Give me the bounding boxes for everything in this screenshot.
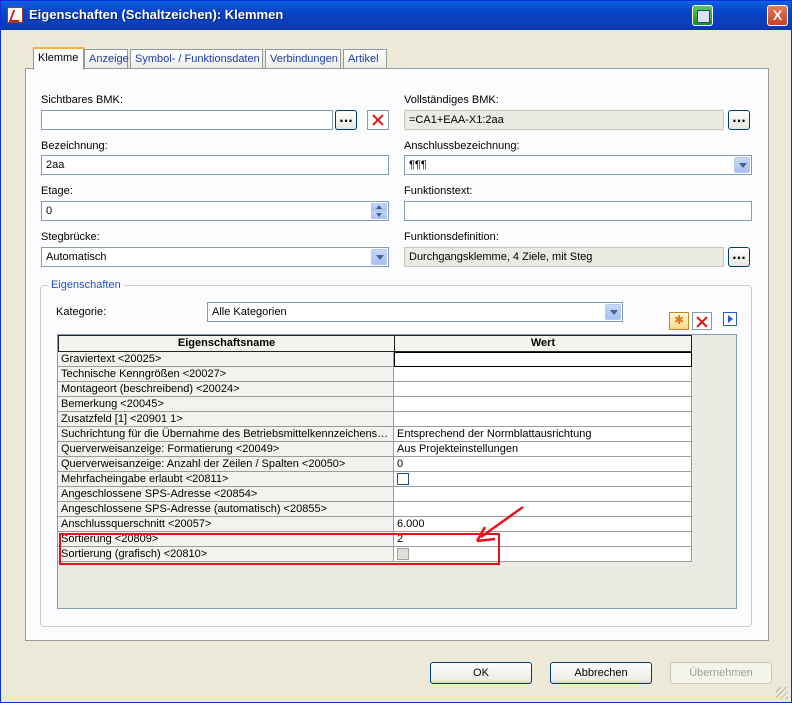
table-row[interactable]: Angeschlossene SPS-Adresse (automatisch)… <box>58 502 692 517</box>
table-row[interactable]: Anschlussquerschnitt <20057> 6.000 <box>58 517 692 532</box>
row-value[interactable]: Aus Projekteinstellungen <box>394 442 692 457</box>
title-bar[interactable]: Eigenschaften (Schaltzeichen): Klemmen X <box>1 1 791 30</box>
row-name: Suchrichtung für die Übernahme des Betri… <box>58 427 394 442</box>
row-name: Mehrfacheingabe erlaubt <20811> <box>58 472 394 487</box>
row-name: Bemerkung <20045> <box>58 397 394 412</box>
mehrfacheingabe-checkbox[interactable] <box>397 473 409 486</box>
help-icon[interactable] <box>692 5 713 26</box>
annotation-arrow-icon <box>475 505 524 543</box>
stegbruecke-label: Stegbrücke: <box>41 231 100 243</box>
vollstaendiges-bmk-label: Vollständiges BMK: <box>404 94 499 106</box>
row-name: Angeschlossene SPS-Adresse (automatisch)… <box>58 502 394 517</box>
spin-down-icon[interactable] <box>371 211 387 219</box>
row-value[interactable]: 0 <box>394 457 692 472</box>
table-row[interactable]: Mehrfacheingabe erlaubt <20811> <box>58 472 692 487</box>
etage-stepper[interactable]: 0 <box>41 201 389 221</box>
anschlussbezeichnung-label: Anschlussbezeichnung: <box>404 140 520 152</box>
row-name: Querverweisanzeige: Formatierung <20049> <box>58 442 394 457</box>
ok-button[interactable]: OK <box>430 662 532 684</box>
cancel-button[interactable]: Abbrechen <box>550 662 652 684</box>
chevron-down-icon[interactable] <box>371 249 387 265</box>
funktionstext-input[interactable] <box>404 201 752 221</box>
app-icon <box>7 7 23 23</box>
table-row[interactable]: Bemerkung <20045> <box>58 397 692 412</box>
row-name: Zusatzfeld [1] <20901 1> <box>58 412 394 427</box>
row-name: Technische Kenngrößen <20027> <box>58 367 394 382</box>
row-name: Graviertext <20025> <box>58 352 394 367</box>
spin-up-icon[interactable] <box>371 203 387 211</box>
table-row[interactable]: Zusatzfeld [1] <20901 1> <box>58 412 692 427</box>
tab-klemme[interactable]: Klemme <box>33 47 84 70</box>
kategorie-label: Kategorie: <box>56 306 107 318</box>
row-value[interactable]: Entsprechend der Normblattausrichtung <box>394 427 692 442</box>
etage-label: Etage: <box>41 185 73 197</box>
row-value[interactable] <box>394 382 692 397</box>
properties-group-title: Eigenschaften <box>48 279 124 291</box>
window-title: Eigenschaften (Schaltzeichen): Klemmen <box>29 7 284 22</box>
row-name: Montageort (beschreibend) <20024> <box>58 382 394 397</box>
vollstaendiges-bmk-field: =CA1+EAA-X1:2aa <box>404 110 724 130</box>
row-value-input[interactable] <box>394 352 692 367</box>
stegbruecke-select[interactable]: Automatisch <box>41 247 389 267</box>
kategorie-select[interactable]: Alle Kategorien <box>207 302 623 322</box>
tab-symbol-funktionsdaten[interactable]: Symbol- / Funktionsdaten <box>130 49 263 69</box>
bezeichnung-input[interactable]: 2aa <box>41 155 389 175</box>
row-value[interactable] <box>394 502 692 517</box>
play-icon[interactable] <box>723 312 737 326</box>
col-header-name[interactable]: Eigenschaftsname <box>58 335 395 352</box>
row-value[interactable] <box>394 472 692 487</box>
kategorie-value: Alle Kategorien <box>212 306 287 318</box>
tab-verbindungen[interactable]: Verbindungen <box>265 49 341 69</box>
vollstaendiges-bmk-browse-button[interactable]: ... <box>728 110 750 130</box>
table-row[interactable]: Querverweisanzeige: Anzahl der Zeilen / … <box>58 457 692 472</box>
table-row[interactable]: Angeschlossene SPS-Adresse <20854> <box>58 487 692 502</box>
funktionsdefinition-field: Durchgangsklemme, 4 Ziele, mit Steg <box>404 247 724 267</box>
sichtbares-bmk-browse-button[interactable]: ... <box>335 110 357 130</box>
chevron-down-icon[interactable] <box>605 304 621 320</box>
close-button[interactable]: X <box>767 5 788 26</box>
row-name: Anschlussquerschnitt <20057> <box>58 517 394 532</box>
row-value[interactable] <box>394 412 692 427</box>
delete-icon[interactable] <box>367 110 389 130</box>
row-name: Querverweisanzeige: Anzahl der Zeilen / … <box>58 457 394 472</box>
table-row[interactable]: Technische Kenngrößen <20027> <box>58 367 692 382</box>
highlight-box <box>59 533 500 565</box>
sichtbares-bmk-input[interactable] <box>41 110 333 130</box>
stegbruecke-value: Automatisch <box>46 251 107 263</box>
funktionstext-label: Funktionstext: <box>404 185 473 197</box>
table-row[interactable]: Montageort (beschreibend) <20024> <box>58 382 692 397</box>
delete-property-icon[interactable] <box>692 312 712 330</box>
funktionsdefinition-browse-button[interactable]: ... <box>728 247 750 267</box>
row-value[interactable] <box>394 367 692 382</box>
properties-dialog: Eigenschaften (Schaltzeichen): Klemmen X… <box>0 0 792 703</box>
properties-table: Eigenschaftsname Wert Graviertext <20025… <box>57 334 737 609</box>
sichtbares-bmk-label: Sichtbares BMK: <box>41 94 123 106</box>
row-name: Angeschlossene SPS-Adresse <20854> <box>58 487 394 502</box>
etage-value: 0 <box>46 205 53 217</box>
table-row[interactable]: Querverweisanzeige: Formatierung <20049>… <box>58 442 692 457</box>
table-row[interactable]: Suchrichtung für die Übernahme des Betri… <box>58 427 692 442</box>
row-value[interactable] <box>394 487 692 502</box>
new-property-icon[interactable] <box>669 312 689 330</box>
tab-anzeige[interactable]: Anzeige <box>84 49 129 69</box>
tab-artikel[interactable]: Artikel <box>343 49 387 69</box>
chevron-down-icon[interactable] <box>734 157 750 173</box>
apply-button[interactable]: Übernehmen <box>670 662 772 684</box>
resize-grip-icon[interactable] <box>776 687 788 699</box>
row-value[interactable] <box>394 397 692 412</box>
bezeichnung-label: Bezeichnung: <box>41 140 108 152</box>
funktionsdefinition-label: Funktionsdefinition: <box>404 231 499 243</box>
anschlussbezeichnung-value: ¶¶¶ <box>409 159 427 171</box>
anschlussbezeichnung-select[interactable]: ¶¶¶ <box>404 155 752 175</box>
col-header-value[interactable]: Wert <box>394 335 692 352</box>
table-row[interactable]: Graviertext <20025> <box>58 352 692 367</box>
row-value[interactable]: 6.000 <box>394 517 692 532</box>
